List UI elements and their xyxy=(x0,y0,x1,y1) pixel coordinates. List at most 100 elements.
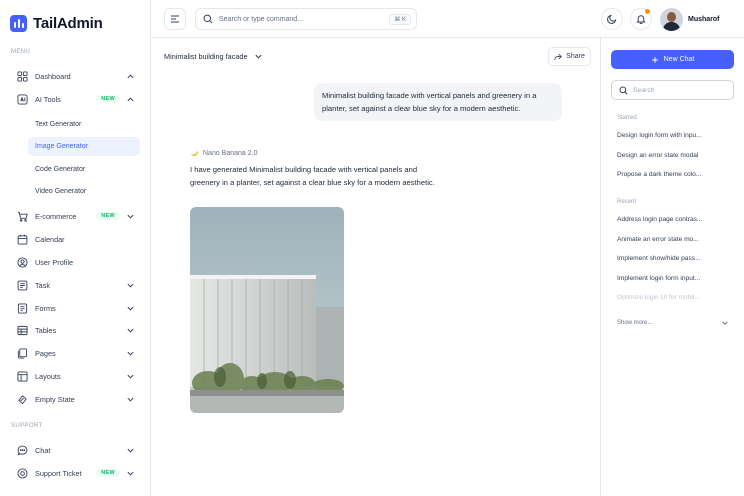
chevron-up-icon xyxy=(127,96,134,101)
user-circle-icon xyxy=(17,256,28,268)
chevron-down-icon xyxy=(127,214,134,219)
model-name: Nano Banana 2.0 xyxy=(203,150,258,157)
chat-search-input[interactable]: Search xyxy=(611,80,734,100)
recent-chat-item[interactable]: Optimize login UI for mobil... xyxy=(617,294,712,301)
show-more-label: Show more... xyxy=(617,320,653,326)
sidebar-item-label: User Profile xyxy=(35,257,74,267)
logo-icon xyxy=(10,15,27,32)
sidebar-item-dashboard[interactable]: Dashboard xyxy=(11,67,139,85)
sidebar: TailAdmin MENU Dashboard AI Tools NEW Te… xyxy=(0,0,151,496)
menu-lines-icon xyxy=(171,15,179,23)
chevron-down-icon xyxy=(127,283,134,288)
sidebar-item-empty-state[interactable]: Empty State xyxy=(11,390,139,408)
share-button[interactable]: Share xyxy=(548,47,591,66)
support-section-label: SUPPORT xyxy=(11,423,43,429)
command-search-input[interactable]: Search or type command... ⌘ K xyxy=(195,8,417,30)
sidebar-item-tables[interactable]: Tables xyxy=(11,321,139,339)
banana-icon xyxy=(190,151,199,156)
sidebar-item-forms[interactable]: Forms xyxy=(11,299,139,317)
recent-chat-item[interactable]: Animate an error state mo... xyxy=(617,236,712,243)
forms-icon xyxy=(17,302,28,314)
ticket-icon xyxy=(17,467,28,479)
starred-chat-item[interactable]: Propose a dark theme colo... xyxy=(617,171,712,178)
sidebar-item-label: AI Tools xyxy=(35,94,61,104)
chevron-down-icon xyxy=(254,54,262,59)
chevron-down-icon xyxy=(722,321,728,325)
sidebar-item-ai-tools[interactable]: AI Tools NEW xyxy=(11,90,139,108)
chevron-down-icon xyxy=(127,374,134,379)
sidebar-toggle-button[interactable] xyxy=(164,8,186,30)
sidebar-item-label: Forms xyxy=(35,303,56,313)
chat-history-panel: New Chat Search Starred Design login for… xyxy=(600,38,744,496)
chat-main: Minimalist building facade Share Minimal… xyxy=(151,38,600,496)
new-chat-button[interactable]: New Chat xyxy=(611,50,734,69)
notification-dot xyxy=(645,9,650,14)
recent-chat-item[interactable]: Address login page contras... xyxy=(617,216,712,223)
starred-chat-item[interactable]: Design login form with inpu... xyxy=(617,132,712,139)
search-icon xyxy=(619,85,628,94)
sidebar-item-support-ticket[interactable]: Support Ticket NEW xyxy=(11,464,139,482)
logo[interactable]: TailAdmin xyxy=(10,15,103,32)
app-root: TailAdmin MENU Dashboard AI Tools NEW Te… xyxy=(0,0,744,496)
sidebar-item-label: Support Ticket xyxy=(35,468,82,478)
new-chat-label: New Chat xyxy=(663,56,695,63)
generated-image[interactable] xyxy=(190,207,344,413)
sidebar-item-label: Pages xyxy=(35,348,56,358)
theme-toggle-button[interactable] xyxy=(601,8,623,30)
sidebar-subitem-image-generator[interactable]: Image Generator xyxy=(28,137,140,156)
chevron-down-icon xyxy=(127,328,134,333)
recent-chat-item[interactable]: Implement show/hide pass... xyxy=(617,255,712,262)
share-label: Share xyxy=(566,53,585,60)
sidebar-subitem-video-generator[interactable]: Video Generator xyxy=(28,182,140,201)
user-message: Minimalist building facade with vertical… xyxy=(314,83,562,121)
sidebar-item-pages[interactable]: Pages xyxy=(11,344,139,362)
assistant-message: I have generated Minimalist building fac… xyxy=(190,165,435,187)
show-more-button[interactable]: Show more... xyxy=(617,319,729,327)
chevron-up-icon xyxy=(127,73,134,78)
sidebar-item-label: Calendar xyxy=(35,234,65,244)
calendar-icon xyxy=(17,234,28,245)
starred-chat-item[interactable]: Design an error state modal xyxy=(617,152,712,159)
sidebar-item-user-profile[interactable]: User Profile xyxy=(11,253,139,271)
user-name: Musharof xyxy=(688,16,720,23)
starred-label: Starred xyxy=(617,115,637,121)
moon-icon xyxy=(607,14,617,24)
sidebar-subitem-code-generator[interactable]: Code Generator xyxy=(28,160,140,179)
menu-section-label: MENU xyxy=(11,49,31,55)
top-header: Search or type command... ⌘ K Musharof xyxy=(151,0,744,38)
avatar xyxy=(660,8,683,31)
sidebar-item-task[interactable]: Task xyxy=(11,276,139,294)
search-placeholder: Search or type command... xyxy=(219,15,304,23)
plus-icon xyxy=(651,56,658,63)
sidebar-item-layouts[interactable]: Layouts xyxy=(11,367,139,385)
sidebar-item-label: Tables xyxy=(35,325,57,335)
chevron-down-icon xyxy=(127,397,134,402)
share-icon xyxy=(554,53,562,60)
sidebar-item-label: Chat xyxy=(35,445,51,455)
bell-icon xyxy=(636,15,646,24)
chat-title-dropdown[interactable]: Minimalist building facade xyxy=(164,52,263,61)
chat-title: Minimalist building facade xyxy=(164,52,248,61)
chevron-down-icon xyxy=(127,351,134,356)
chevron-down-icon xyxy=(127,471,134,476)
notifications-button[interactable] xyxy=(630,8,652,30)
chevron-down-icon xyxy=(127,306,134,311)
empty-state-icon xyxy=(17,394,28,405)
model-label: Nano Banana 2.0 xyxy=(190,149,258,158)
sidebar-item-label: Task xyxy=(35,280,51,290)
user-menu[interactable]: Musharof xyxy=(660,8,720,31)
search-placeholder: Search xyxy=(633,86,655,94)
chat-icon xyxy=(17,445,28,456)
recent-label: Recent xyxy=(617,199,637,205)
chevron-down-icon xyxy=(127,448,134,453)
task-icon xyxy=(17,280,28,291)
sidebar-item-calendar[interactable]: Calendar xyxy=(11,230,139,248)
recent-chat-item[interactable]: Implement login form input... xyxy=(617,275,712,282)
sidebar-item-chat[interactable]: Chat xyxy=(11,441,139,459)
pages-icon xyxy=(17,347,28,359)
sidebar-item-label: Layouts xyxy=(35,371,61,381)
sidebar-subitem-text-generator[interactable]: Text Generator xyxy=(28,115,140,134)
ai-sparkle-icon xyxy=(17,93,28,105)
sidebar-item-ecommerce[interactable]: E-commerce NEW xyxy=(11,207,139,225)
layouts-icon xyxy=(17,370,28,382)
